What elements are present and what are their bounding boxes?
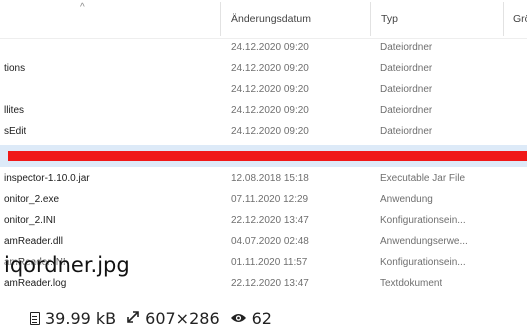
file-type: Dateiordner [380,105,433,116]
file-date: 22.12.2020 13:47 [231,215,309,226]
file-type: Konfigurationsein... [380,215,466,226]
file-date: 24.12.2020 09:20 [231,84,309,95]
column-separator[interactable] [370,2,371,36]
file-row[interactable]: 24.12.2020 09:20 Dateiordner [0,38,527,59]
column-header-size[interactable]: Größ [513,13,527,25]
file-type: Anwendungserwe... [380,236,468,247]
image-meta-bar: 39.99 kB 607×286 62 [30,306,282,330]
sort-caret-icon[interactable]: ^ [80,2,85,13]
file-row[interactable]: amReader.dll 04.07.2020 02:48 Anwendungs… [0,232,527,253]
file-type: Konfigurationsein... [380,257,466,268]
column-header-row: ^ Änderungsdatum Typ Größ [0,0,527,39]
file-name: onitor_2.INI [4,215,56,226]
file-name: llites [4,105,25,116]
file-icon [30,311,40,325]
file-type: Executable Jar File [380,173,466,184]
file-date: 07.11.2020 12:29 [231,194,309,205]
file-date: 04.07.2020 02:48 [231,236,309,247]
image-title-overlay: iqordner.jpg [4,253,130,277]
file-row[interactable]: inspector-1.10.0.jar 12.08.2018 15:18 Ex… [0,169,527,190]
file-date: 24.12.2020 09:20 [231,42,309,53]
file-name: inspector-1.10.0.jar [4,173,90,184]
column-header-date[interactable]: Änderungsdatum [231,13,311,25]
resize-arrows-icon [126,309,140,328]
column-header-type[interactable]: Typ [381,13,398,25]
column-separator[interactable] [503,2,504,36]
file-type: Anwendung [380,194,433,205]
file-row[interactable]: sEdit 24.12.2020 09:20 Dateiordner [0,122,527,143]
file-row[interactable]: tions 24.12.2020 09:20 Dateiordner [0,59,527,80]
file-row[interactable]: amReader.log 22.12.2020 13:47 Textdokume… [0,274,527,295]
file-row[interactable]: onitor_2.INI 22.12.2020 13:47 Konfigurat… [0,211,527,232]
file-explorer-screenshot: ^ Änderungsdatum Typ Größ 24.12.2020 09:… [0,0,527,302]
file-type: Dateiordner [380,126,433,137]
file-row[interactable]: onitor_2.exe 07.11.2020 12:29 Anwendung [0,190,527,211]
file-date: 01.11.2020 11:57 [231,257,308,268]
file-date: 24.12.2020 09:20 [231,126,309,137]
file-name: amReader.log [4,278,67,289]
eye-icon [230,309,247,328]
view-count: 62 [251,308,272,328]
redaction-bar [8,151,527,161]
file-name: amReader.dll [4,236,63,247]
file-date: 24.12.2020 09:20 [231,63,309,74]
file-date: 24.12.2020 09:20 [231,105,309,116]
file-type: Textdokument [380,278,443,289]
column-separator[interactable] [220,2,221,36]
file-size: 39.99 kB [45,308,117,328]
file-name: tions [4,63,26,74]
file-name: onitor_2.exe [4,194,60,205]
file-date: 22.12.2020 13:47 [231,278,309,289]
file-type: Dateiordner [380,84,433,95]
file-row[interactable]: 24.12.2020 09:20 Dateiordner [0,80,527,101]
file-date: 12.08.2018 15:18 [231,173,309,184]
file-type: Dateiordner [380,42,433,53]
image-dimensions: 607×286 [145,308,220,328]
file-name: sEdit [4,126,27,137]
file-row[interactable]: llites 24.12.2020 09:20 Dateiordner [0,101,527,122]
file-type: Dateiordner [380,63,433,74]
